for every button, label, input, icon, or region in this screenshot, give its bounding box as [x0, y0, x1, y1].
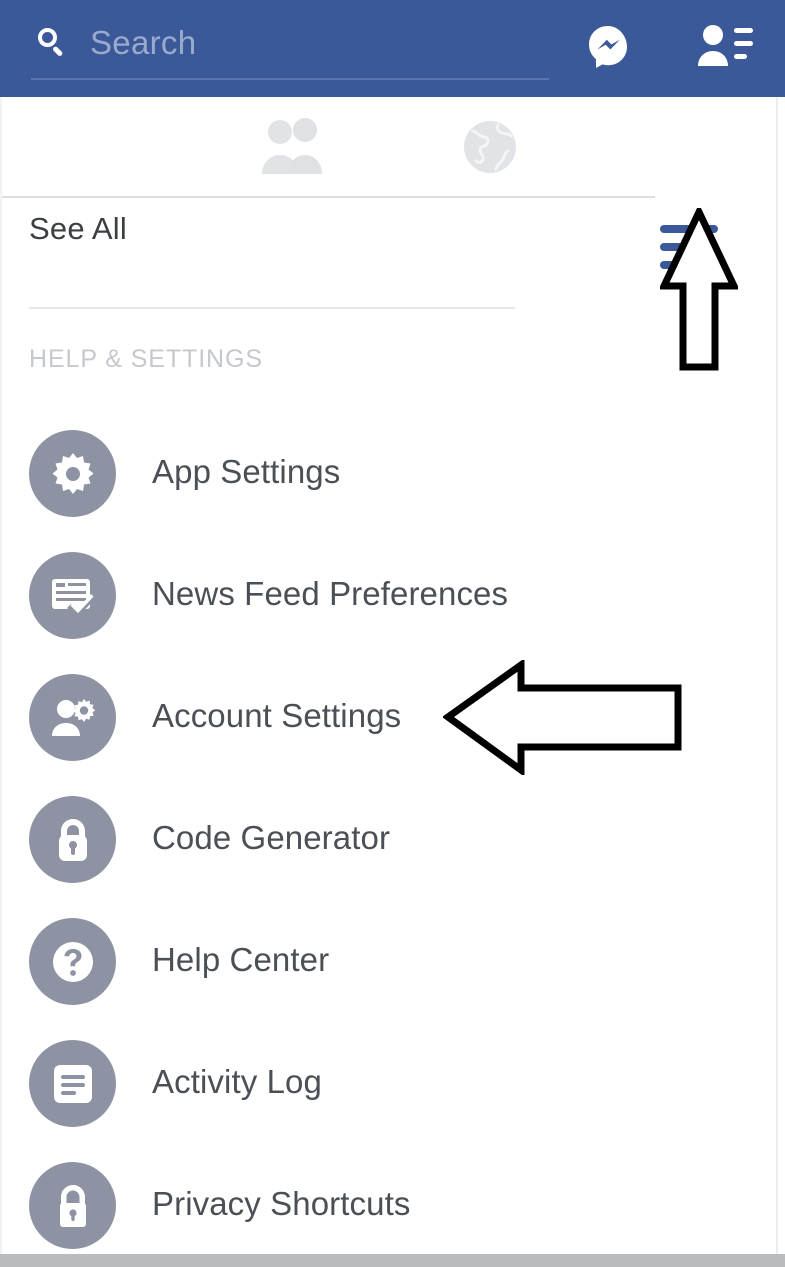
friend-requests-icon[interactable]	[696, 23, 754, 69]
bottom-system-bar	[0, 1254, 785, 1267]
friends-icon	[232, 117, 352, 175]
document-lines-icon	[29, 1040, 116, 1127]
menu-item-label: Help Center	[152, 941, 330, 978]
sidebar-item-friends[interactable]	[232, 117, 352, 179]
menu-item-code-generator[interactable]: Code Generator	[0, 796, 785, 918]
app-screen: Search See All HELP & SETTINGS App Setti…	[0, 0, 785, 1267]
section-header-help-settings: HELP & SETTINGS	[29, 345, 263, 373]
menu-item-label: Activity Log	[152, 1063, 322, 1100]
help-settings-menu: App Settings News Feed Preferences Accou…	[0, 430, 785, 1267]
lock-round-icon	[29, 796, 116, 883]
sidebar-item-notifications[interactable]	[430, 117, 550, 179]
section-divider	[29, 307, 515, 309]
search-icon	[38, 28, 64, 57]
gear-icon	[29, 430, 116, 517]
menu-item-label: Privacy Shortcuts	[152, 1185, 411, 1222]
left-screen-edge	[0, 97, 2, 1254]
menu-item-label: News Feed Preferences	[152, 575, 509, 612]
search-icon-handle	[52, 45, 64, 57]
globe-icon	[430, 117, 550, 177]
menu-item-privacy-shortcuts[interactable]: Privacy Shortcuts	[0, 1162, 785, 1267]
see-all-link[interactable]: See All	[29, 211, 127, 247]
menu-item-label: Code Generator	[152, 819, 391, 856]
messenger-icon[interactable]	[586, 24, 630, 68]
news-feed-check-icon	[29, 552, 116, 639]
search-icon-ring	[38, 28, 57, 47]
search-input[interactable]: Search	[90, 24, 196, 62]
top-navigation-bar: Search	[0, 0, 785, 97]
menu-item-app-settings[interactable]: App Settings	[0, 430, 785, 552]
menu-item-news-feed-preferences[interactable]: News Feed Preferences	[0, 552, 785, 674]
menu-item-help-center[interactable]: Help Center	[0, 918, 785, 1040]
question-mark-icon	[29, 918, 116, 1005]
padlock-icon	[29, 1162, 116, 1249]
menu-item-label: App Settings	[152, 453, 341, 490]
search-input-underline	[31, 78, 549, 80]
menu-item-label: Account Settings	[152, 697, 402, 734]
right-screen-edge	[776, 97, 778, 1254]
arrow-left-annotation	[443, 660, 683, 775]
arrow-up-annotation	[660, 208, 738, 371]
person-gear-icon	[29, 674, 116, 761]
sidebar-item-menu[interactable]	[640, 119, 752, 181]
menu-item-activity-log[interactable]: Activity Log	[0, 1040, 785, 1162]
tabbar-divider	[0, 196, 655, 198]
secondary-tab-bar	[0, 97, 785, 269]
